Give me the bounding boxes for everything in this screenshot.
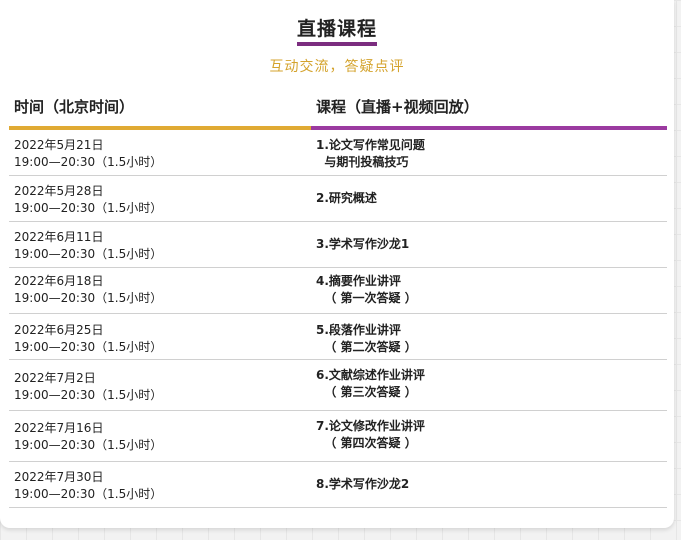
row-date: 2022年5月28日 (14, 184, 104, 198)
row-course: 7.论文修改作业讲评 （ 第四次答疑 ） (316, 418, 425, 452)
row-course: 1.论文写作常见问题 与期刊投稿技巧 (316, 137, 425, 171)
row-course: 8.学术写作沙龙2 (316, 476, 409, 493)
schedule-card: 直播课程 互动交流，答疑点评 时间（北京时间） 课程（直播+视频回放） 2022… (0, 0, 674, 528)
row-course: 3.学术写作沙龙1 (316, 236, 409, 253)
row-course-title: 4.摘要作业讲评 (316, 274, 401, 288)
row-course: 2.研究概述 (316, 190, 377, 207)
row-date: 2022年6月18日 (14, 274, 104, 288)
row-course-note: （ 第四次答疑 ） (316, 436, 417, 450)
row-course-title: 8.学术写作沙龙2 (316, 477, 410, 491)
row-time: 19:00—20:30（1.5小时） (14, 247, 163, 261)
row-datetime: 2022年6月25日 19:00—20:30（1.5小时） (14, 322, 162, 356)
row-time: 19:00—20:30（1.5小时） (14, 438, 163, 452)
column-header-course: 课程（直播+视频回放） (316, 98, 479, 116)
row-course: 6.文献综述作业讲评 （ 第三次答疑 ） (316, 367, 425, 401)
schedule-table: 2022年5月21日 19:00—20:30（1.5小时） 1.论文写作常见问题 与… (9, 130, 667, 508)
row-datetime: 2022年6月11日 19:00—20:30（1.5小时） (14, 229, 162, 263)
row-course-title: 5.段落作业讲评 (316, 323, 401, 337)
page-title: 直播课程 (296, 14, 377, 46)
row-time: 19:00—20:30（1.5小时） (14, 388, 163, 402)
row-date: 2022年7月2日 (14, 371, 96, 385)
row-date: 2022年5月21日 (14, 138, 104, 152)
row-datetime: 2022年7月2日 19:00—20:30（1.5小时） (14, 370, 162, 404)
row-course-note: （ 第二次答疑 ） (316, 340, 417, 354)
row-time: 19:00—20:30（1.5小时） (14, 487, 163, 501)
row-course-title: 1.论文写作常见问题 (316, 138, 425, 152)
row-course: 5.段落作业讲评 （ 第二次答疑 ） (316, 322, 417, 356)
row-course-note: （ 第一次答疑 ） (316, 291, 417, 305)
row-course-title: 6.文献综述作业讲评 (316, 368, 425, 382)
title-wrap: 直播课程 (0, 14, 674, 46)
table-row: 2022年7月2日 19:00—20:30（1.5小时） 6.文献综述作业讲评 （ … (9, 360, 667, 411)
page-subtitle: 互动交流，答疑点评 (269, 59, 405, 75)
table-row: 2022年6月25日 19:00—20:30（1.5小时） 5.段落作业讲评 （ 第… (9, 314, 667, 360)
row-course-note: 与期刊投稿技巧 (316, 155, 409, 169)
row-datetime: 2022年7月30日 19:00—20:30（1.5小时） (14, 469, 162, 503)
row-time: 19:00—20:30（1.5小时） (14, 201, 163, 215)
row-datetime: 2022年7月16日 19:00—20:30（1.5小时） (14, 420, 162, 454)
column-header-time: 时间（北京时间） (14, 98, 135, 116)
table-row: 2022年7月30日 19:00—20:30（1.5小时） 8.学术写作沙龙2 (9, 462, 667, 508)
row-date: 2022年7月30日 (14, 470, 104, 484)
row-course-title: 2.研究概述 (316, 191, 377, 205)
row-date: 2022年7月16日 (14, 421, 104, 435)
row-course-title: 3.学术写作沙龙1 (316, 237, 410, 251)
table-row: 2022年5月21日 19:00—20:30（1.5小时） 1.论文写作常见问题 与… (9, 130, 667, 176)
row-datetime: 2022年5月28日 19:00—20:30（1.5小时） (14, 183, 162, 217)
row-course-title: 7.论文修改作业讲评 (316, 419, 425, 433)
table-row: 2022年7月16日 19:00—20:30（1.5小时） 7.论文修改作业讲评 （… (9, 411, 667, 462)
row-course: 4.摘要作业讲评 （ 第一次答疑 ） (316, 273, 417, 307)
row-time: 19:00—20:30（1.5小时） (14, 155, 163, 169)
table-row: 2022年6月11日 19:00—20:30（1.5小时） 3.学术写作沙龙1 (9, 222, 667, 268)
table-row: 2022年6月18日 19:00—20:30（1.5小时） 4.摘要作业讲评 （ 第… (9, 268, 667, 314)
row-course-note: （ 第三次答疑 ） (316, 385, 417, 399)
row-date: 2022年6月25日 (14, 323, 104, 337)
row-datetime: 2022年6月18日 19:00—20:30（1.5小时） (14, 273, 162, 307)
table-row: 2022年5月28日 19:00—20:30（1.5小时） 2.研究概述 (9, 176, 667, 222)
row-time: 19:00—20:30（1.5小时） (14, 340, 163, 354)
row-time: 19:00—20:30（1.5小时） (14, 291, 163, 305)
row-date: 2022年6月11日 (14, 230, 104, 244)
row-datetime: 2022年5月21日 19:00—20:30（1.5小时） (14, 137, 162, 171)
